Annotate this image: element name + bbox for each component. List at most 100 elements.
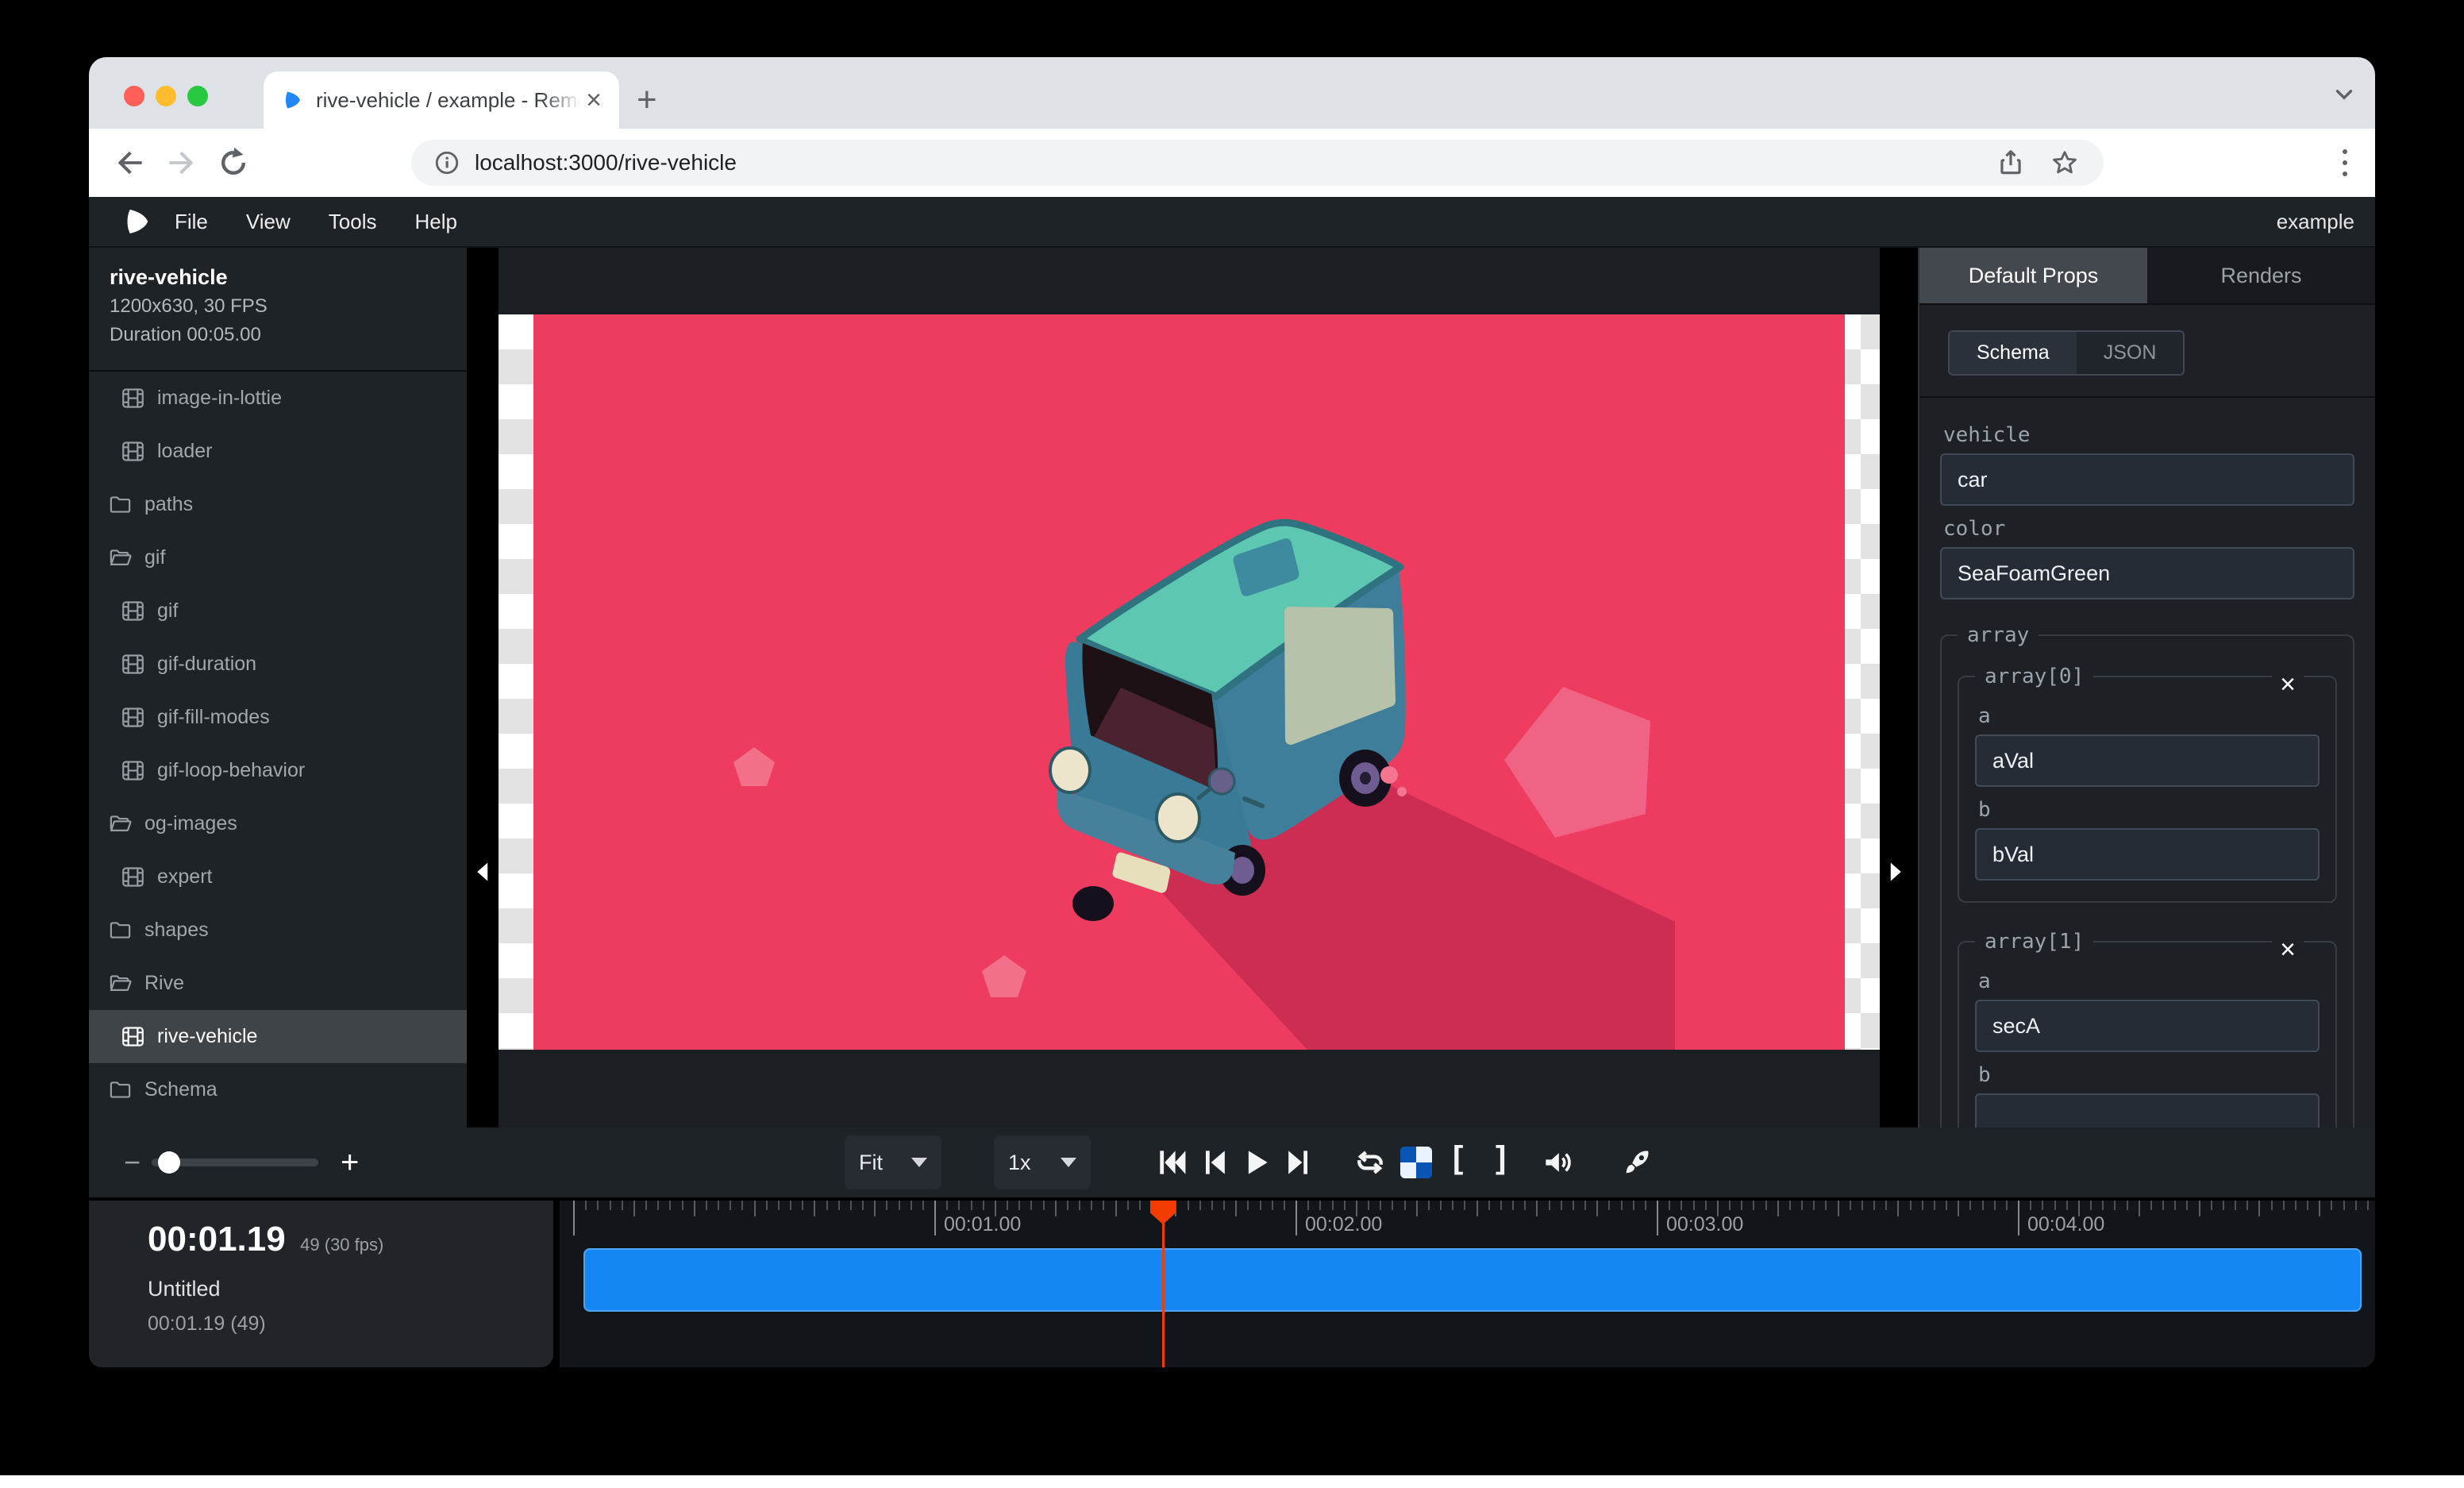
- playhead-line[interactable]: [1162, 1201, 1165, 1367]
- ruler-tick: [2319, 1201, 2320, 1216]
- sidebar-item-rive-vehicle[interactable]: rive-vehicle: [89, 1010, 467, 1063]
- project-duration: Duration 00:05.00: [110, 321, 467, 349]
- zoom-in-icon[interactable]: +: [341, 1145, 359, 1181]
- ruler-tick: [1897, 1201, 1899, 1216]
- preview-canvas[interactable]: [499, 248, 1880, 1128]
- menu-item-tools[interactable]: Tools: [329, 210, 377, 234]
- toggle-schema[interactable]: Schema: [1950, 332, 2077, 374]
- ruler-tick: [1777, 1201, 1779, 1216]
- collapse-props-panel-icon[interactable]: [1889, 862, 1904, 882]
- tab-default-props[interactable]: Default Props: [1919, 248, 2147, 303]
- speed-dropdown[interactable]: 1x: [994, 1135, 1091, 1189]
- bookmark-star-icon[interactable]: [2050, 148, 2080, 178]
- menu-item-file[interactable]: File: [175, 210, 208, 234]
- project-info: rive-vehicle 1200x630, 30 FPS Duration 0…: [89, 248, 467, 349]
- array-item-label: array[1]: [1975, 930, 2093, 954]
- browser-menu-icon[interactable]: [2337, 143, 2353, 183]
- collapse-sidebar-icon[interactable]: [475, 862, 489, 882]
- ruler-tick: [922, 1201, 924, 1210]
- zoom-slider[interactable]: [152, 1158, 318, 1166]
- sidebar-item-expert[interactable]: expert: [89, 850, 467, 904]
- folder-icon: [108, 1077, 133, 1102]
- ruler-tick: [1223, 1201, 1225, 1210]
- forward-icon[interactable]: [164, 145, 198, 180]
- field-label-vehicle: vehicle: [1943, 423, 2354, 447]
- back-icon[interactable]: [113, 145, 148, 180]
- ruler-tick: [682, 1201, 683, 1210]
- minimize-window-button[interactable]: [156, 86, 176, 106]
- loop-toggle-icon[interactable]: [1353, 1145, 1388, 1180]
- sidebar-item-gif-loop-behavior[interactable]: gif-loop-behavior: [89, 744, 467, 797]
- sidebar-item-image-in-lottie[interactable]: image-in-lottie: [89, 372, 467, 425]
- sidebar-item-gif-duration[interactable]: gif-duration: [89, 638, 467, 691]
- remotion-logo-icon[interactable]: [121, 206, 152, 237]
- menu-item-help[interactable]: Help: [415, 210, 457, 234]
- ruler-tick: [1946, 1201, 1947, 1210]
- zoom-slider-knob[interactable]: [158, 1151, 180, 1174]
- array-fieldset: array array[0] × ab array[1] × ab: [1940, 623, 2354, 1128]
- ruler-tick: [2307, 1201, 2308, 1210]
- remove-array-item-button[interactable]: ×: [2272, 936, 2304, 963]
- array-field-input[interactable]: [1975, 828, 2320, 881]
- next-frame-button[interactable]: [1281, 1145, 1316, 1180]
- tab-renders[interactable]: Renders: [2147, 248, 2375, 303]
- ruler-tick: [1018, 1201, 1020, 1210]
- remotion-favicon: [281, 89, 303, 111]
- tab-search-chevron-icon[interactable]: [2331, 81, 2358, 108]
- out-marker-button[interactable]: ]: [1496, 1140, 1506, 1176]
- sidebar-item-og-images[interactable]: og-images: [89, 797, 467, 850]
- ruler-tick: [886, 1201, 887, 1210]
- sidebar-item-loader[interactable]: loader: [89, 425, 467, 478]
- ruler-tick: [2283, 1201, 2285, 1210]
- site-info-icon[interactable]: [433, 149, 460, 176]
- ruler-tick: [1404, 1201, 1406, 1210]
- jump-to-start-button[interactable]: [1154, 1145, 1189, 1180]
- array-field-input[interactable]: [1975, 1000, 2320, 1052]
- play-button[interactable]: [1238, 1145, 1273, 1180]
- timeline-ruler[interactable]: 00:01.0000:02.0000:03.0000:04.00: [560, 1201, 2375, 1367]
- sidebar-item-gif-fill-modes[interactable]: gif-fill-modes: [89, 691, 467, 744]
- maximize-window-button[interactable]: [187, 86, 208, 106]
- render-rocket-icon[interactable]: [1619, 1145, 1654, 1180]
- folder-icon: [108, 492, 133, 517]
- desktop-bottom-strip: [0, 1475, 2464, 1488]
- vehicle-input[interactable]: [1940, 453, 2354, 506]
- sidebar-item-gif[interactable]: gif: [89, 531, 467, 584]
- sidebar-item-Rive[interactable]: Rive: [89, 957, 467, 1010]
- sidebar-item-gif[interactable]: gif: [89, 584, 467, 638]
- chevron-down-icon: [1061, 1158, 1076, 1167]
- sidebar-item-paths[interactable]: paths: [89, 478, 467, 531]
- remove-array-item-button[interactable]: ×: [2272, 671, 2304, 698]
- array-field-input[interactable]: [1975, 734, 2320, 787]
- url-bar[interactable]: localhost:3000/rive-vehicle: [411, 140, 2104, 186]
- timeline-track-bar[interactable]: [583, 1248, 2362, 1312]
- ruler-tick: [1211, 1201, 1213, 1210]
- ruler-tick: [802, 1201, 803, 1210]
- ruler-tick: [778, 1201, 780, 1210]
- close-window-button[interactable]: [124, 86, 144, 106]
- sidebar-item-shapes[interactable]: shapes: [89, 904, 467, 957]
- color-input[interactable]: [1940, 547, 2354, 599]
- array-field-input[interactable]: [1975, 1093, 2320, 1128]
- ruler-tick: [1500, 1201, 1502, 1210]
- url-text[interactable]: localhost:3000/rive-vehicle: [475, 150, 1996, 175]
- toggle-json[interactable]: JSON: [2077, 332, 2184, 374]
- in-marker-button[interactable]: [: [1453, 1140, 1463, 1176]
- playhead-handle[interactable]: [1150, 1201, 1176, 1224]
- tab-close-icon[interactable]: ×: [586, 87, 602, 114]
- ruler-tick: [2174, 1201, 2176, 1210]
- volume-icon[interactable]: [1540, 1145, 1575, 1180]
- ruler-tick: [2114, 1201, 2116, 1210]
- menu-item-view[interactable]: View: [246, 210, 291, 234]
- transparency-toggle-icon[interactable]: [1400, 1147, 1432, 1178]
- size-dropdown[interactable]: Fit: [845, 1135, 941, 1189]
- reload-icon[interactable]: [216, 145, 251, 180]
- ruler-tick: [862, 1201, 864, 1210]
- previous-frame-button[interactable]: [1197, 1145, 1232, 1180]
- new-tab-button[interactable]: +: [637, 78, 657, 122]
- zoom-out-icon[interactable]: −: [124, 1146, 141, 1179]
- browser-tab[interactable]: rive-vehicle / example - Remot ×: [264, 71, 619, 129]
- ruler-tick: [1705, 1201, 1707, 1210]
- share-icon[interactable]: [1996, 148, 2026, 178]
- sidebar-item-Schema[interactable]: Schema: [89, 1063, 467, 1116]
